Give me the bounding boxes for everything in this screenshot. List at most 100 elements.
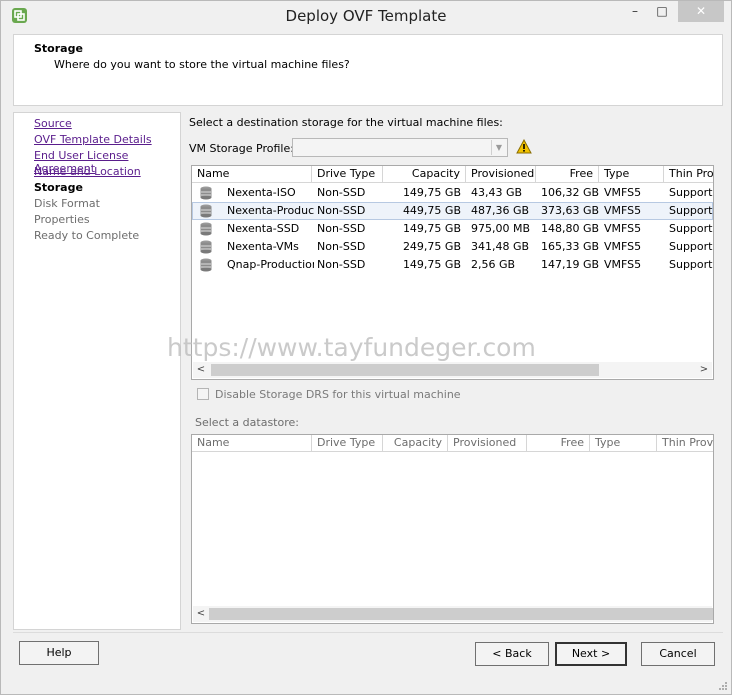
table-row-selected[interactable]: Nexenta-Production Non-SSD 449,75 GB 487… bbox=[192, 202, 713, 220]
help-button[interactable]: Help bbox=[19, 641, 99, 665]
col-header-type: Type bbox=[590, 435, 657, 452]
cell-capacity: 149,75 GB bbox=[402, 222, 461, 235]
col-header-name: Name bbox=[192, 435, 312, 452]
cell-thin-prov: Supported bbox=[669, 204, 713, 217]
footer-divider bbox=[13, 632, 723, 633]
resize-grip-icon[interactable] bbox=[718, 681, 728, 691]
nav-step-disk-format: Disk Format bbox=[34, 197, 100, 210]
nav-step-ready: Ready to Complete bbox=[34, 229, 140, 242]
cell-name: Qnap-Production bbox=[227, 258, 314, 271]
close-button[interactable]: ✕ bbox=[678, 1, 724, 22]
col-header-type[interactable]: Type bbox=[599, 166, 664, 183]
watermark-text: https://www.tayfundeger.com bbox=[167, 333, 536, 362]
scroll-right-icon[interactable]: > bbox=[696, 362, 712, 378]
col-header-drive-type[interactable]: Drive Type bbox=[312, 166, 383, 183]
cell-provisioned: 43,43 GB bbox=[471, 186, 523, 199]
cell-thin-prov: Supported bbox=[669, 222, 713, 235]
nav-step-source[interactable]: Source bbox=[34, 117, 72, 130]
wizard-steps-nav: Source OVF Template Details End User Lic… bbox=[13, 112, 181, 630]
datastore-table-header: Name Drive Type Capacity Provisioned Fre… bbox=[192, 166, 713, 183]
datastore-icon bbox=[200, 204, 212, 218]
col-header-free: Free bbox=[527, 435, 590, 452]
cell-drive-type: Non-SSD bbox=[317, 186, 366, 199]
disable-storage-drs-checkbox[interactable] bbox=[197, 388, 209, 400]
cell-free: 373,63 GB bbox=[541, 204, 599, 217]
cell-free: 106,32 GB bbox=[541, 186, 599, 199]
nav-step-properties: Properties bbox=[34, 213, 90, 226]
chevron-down-icon: ▼ bbox=[491, 140, 506, 155]
scroll-thumb[interactable] bbox=[209, 608, 713, 620]
storage-panel: Select a destination storage for the vir… bbox=[183, 112, 723, 630]
scroll-thumb[interactable] bbox=[211, 364, 599, 376]
cancel-button[interactable]: Cancel bbox=[641, 642, 715, 666]
cell-provisioned: 2,56 GB bbox=[471, 258, 516, 271]
disable-storage-drs-label: Disable Storage DRS for this virtual mac… bbox=[215, 388, 461, 401]
col-header-free[interactable]: Free bbox=[536, 166, 599, 183]
datastore-select-table: Name Drive Type Capacity Provisioned Fre… bbox=[191, 434, 714, 624]
cell-drive-type: Non-SSD bbox=[317, 222, 366, 235]
datastore-icon bbox=[200, 240, 212, 254]
col-header-capacity: Capacity bbox=[383, 435, 448, 452]
cell-drive-type: Non-SSD bbox=[317, 204, 366, 217]
cell-type: VMFS5 bbox=[604, 204, 642, 217]
minimize-button[interactable]: – bbox=[622, 1, 648, 22]
cell-capacity: 449,75 GB bbox=[402, 204, 461, 217]
col-header-capacity[interactable]: Capacity bbox=[383, 166, 466, 183]
table-row[interactable]: Nexenta-ISO Non-SSD 149,75 GB 43,43 GB 1… bbox=[192, 184, 713, 202]
col-header-drive-type: Drive Type bbox=[312, 435, 383, 452]
maximize-button[interactable]: □ bbox=[649, 1, 675, 22]
table-row[interactable]: Nexenta-VMs Non-SSD 249,75 GB 341,48 GB … bbox=[192, 238, 713, 256]
next-button[interactable]: Next > bbox=[555, 642, 627, 666]
cell-capacity: 149,75 GB bbox=[402, 186, 461, 199]
title-bar: Deploy OVF Template – □ ✕ bbox=[1, 1, 731, 31]
cell-free: 148,80 GB bbox=[541, 222, 599, 235]
back-button[interactable]: < Back bbox=[475, 642, 549, 666]
nav-step-name-location[interactable]: Name and Location bbox=[34, 165, 141, 178]
col-header-thin-prov[interactable]: Thin Prov bbox=[664, 166, 713, 183]
cell-thin-prov: Supported bbox=[669, 240, 713, 253]
cell-free: 147,19 GB bbox=[541, 258, 599, 271]
vm-storage-profile-select[interactable]: ▼ bbox=[292, 138, 508, 157]
cell-capacity: 249,75 GB bbox=[402, 240, 461, 253]
nav-step-ovf-template-details[interactable]: OVF Template Details bbox=[34, 133, 152, 146]
cell-free: 165,33 GB bbox=[541, 240, 599, 253]
cell-provisioned: 341,48 GB bbox=[471, 240, 530, 253]
col-header-provisioned: Provisioned bbox=[448, 435, 527, 452]
datastore-table-hscrollbar[interactable]: < > bbox=[193, 362, 712, 378]
cell-name: Nexenta-Production bbox=[227, 204, 314, 217]
step-title: Storage bbox=[34, 42, 83, 55]
cell-type: VMFS5 bbox=[604, 258, 642, 271]
destination-prompt: Select a destination storage for the vir… bbox=[189, 116, 503, 129]
cell-type: VMFS5 bbox=[604, 240, 642, 253]
cell-provisioned: 487,36 GB bbox=[471, 204, 530, 217]
scroll-left-icon[interactable]: < bbox=[193, 362, 209, 378]
select-datastore-label: Select a datastore: bbox=[195, 416, 299, 429]
cell-type: VMFS5 bbox=[604, 186, 642, 199]
cell-capacity: 149,75 GB bbox=[402, 258, 461, 271]
cell-drive-type: Non-SSD bbox=[317, 258, 366, 271]
cell-name: Nexenta-SSD bbox=[227, 222, 300, 235]
cell-provisioned: 975,00 MB bbox=[471, 222, 531, 235]
warning-icon bbox=[516, 139, 532, 154]
col-header-thin-prov: Thin Provi bbox=[657, 435, 713, 452]
scroll-left-icon[interactable]: < bbox=[193, 606, 209, 622]
col-header-provisioned[interactable]: Provisioned bbox=[466, 166, 536, 183]
step-header: Storage Where do you want to store the v… bbox=[13, 34, 723, 106]
step-subtitle: Where do you want to store the virtual m… bbox=[54, 58, 350, 71]
datastore-select-hscrollbar[interactable]: < bbox=[193, 606, 713, 622]
cell-thin-prov: Supported bbox=[669, 258, 713, 271]
nav-step-storage: Storage bbox=[34, 181, 83, 194]
table-row[interactable]: Qnap-Production Non-SSD 149,75 GB 2,56 G… bbox=[192, 256, 713, 274]
datastore-select-table-header: Name Drive Type Capacity Provisioned Fre… bbox=[192, 435, 713, 452]
datastore-icon bbox=[200, 222, 212, 236]
cell-name: Nexenta-ISO bbox=[227, 186, 296, 199]
datastore-icon bbox=[200, 186, 212, 200]
vm-storage-profile-label: VM Storage Profile: bbox=[189, 142, 294, 155]
datastore-icon bbox=[200, 258, 212, 272]
cell-type: VMFS5 bbox=[604, 222, 642, 235]
cell-drive-type: Non-SSD bbox=[317, 240, 366, 253]
col-header-name[interactable]: Name bbox=[192, 166, 312, 183]
cell-name: Nexenta-VMs bbox=[227, 240, 299, 253]
table-row[interactable]: Nexenta-SSD Non-SSD 149,75 GB 975,00 MB … bbox=[192, 220, 713, 238]
deploy-ovf-window: Deploy OVF Template – □ ✕ Storage Where … bbox=[0, 0, 732, 695]
